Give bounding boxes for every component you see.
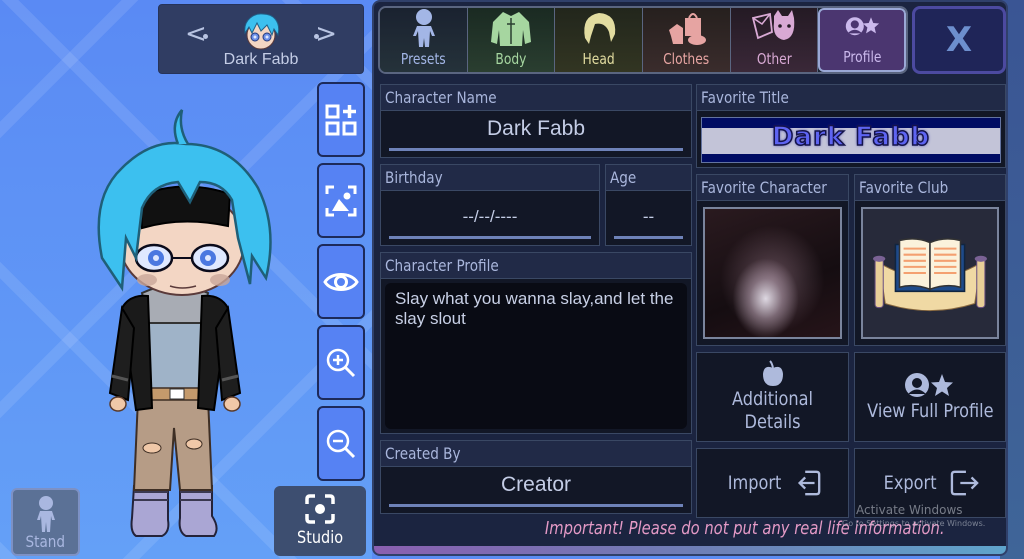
additional-details-button[interactable]: Additional Details xyxy=(696,352,849,442)
birthday-field[interactable]: --/--/---- xyxy=(389,199,591,239)
character-profile-section: Character Profile Slay what you wanna sl… xyxy=(380,252,692,434)
character-name-section: Character Name Dark Fabb xyxy=(380,84,692,158)
pocket-cat-icon xyxy=(752,10,795,40)
zoom-out-icon xyxy=(326,429,356,458)
additional-details-label: Additional Details xyxy=(731,388,814,433)
stand-button[interactable]: Stand xyxy=(11,488,80,556)
studio-label: Studio xyxy=(296,528,344,548)
close-icon: X xyxy=(945,20,973,60)
tab-other[interactable]: Other xyxy=(731,8,818,72)
favorite-title-section: Favorite Title Dark Fabb xyxy=(696,84,1006,168)
nebula-image xyxy=(705,209,840,337)
character-figure[interactable] xyxy=(82,108,282,548)
view-full-profile-label: View Full Profile xyxy=(866,399,994,422)
age-field[interactable]: -- xyxy=(614,199,683,239)
favorite-club-label: Favorite Club xyxy=(859,178,949,197)
favorite-club-section: Favorite Club xyxy=(854,174,1006,346)
character-selector: < > Dark Fabb xyxy=(158,4,364,74)
export-icon xyxy=(950,470,979,496)
profile-star-icon xyxy=(905,372,953,397)
jacket-icon xyxy=(491,12,531,46)
person-icon xyxy=(412,9,435,47)
character-name-label: Character Name xyxy=(385,88,497,107)
import-button[interactable]: Import xyxy=(696,448,849,518)
close-button[interactable]: X xyxy=(912,6,1006,74)
profile-star-icon xyxy=(845,17,880,36)
import-label: Import xyxy=(727,471,782,494)
zoom-out-button[interactable] xyxy=(317,406,365,481)
favorite-title-label: Favorite Title xyxy=(701,88,789,107)
category-tabs: Presets Body Head Clothes Other Profile xyxy=(378,6,908,74)
visibility-button[interactable] xyxy=(317,244,365,319)
import-icon xyxy=(797,470,821,496)
export-label: Export xyxy=(883,471,937,494)
hair-icon xyxy=(583,13,615,44)
tab-presets[interactable]: Presets xyxy=(380,8,468,72)
image-frame-icon xyxy=(325,185,357,216)
zoom-in-button[interactable] xyxy=(317,325,365,400)
clothes-bags-icon xyxy=(668,13,706,45)
favorite-title-text: Dark Fabb xyxy=(771,121,931,153)
favorite-club-image[interactable] xyxy=(861,207,999,339)
favorite-character-section: Favorite Character xyxy=(696,174,849,346)
created-by-label: Created By xyxy=(385,444,461,463)
profile-panel: Presets Body Head Clothes Other Profile … xyxy=(372,0,1008,556)
zoom-in-icon xyxy=(326,348,356,377)
created-by-section: Created By Creator xyxy=(380,440,692,514)
stand-label: Stand xyxy=(25,532,66,551)
character-head-avatar[interactable] xyxy=(239,11,283,55)
character-profile-label: Character Profile xyxy=(385,256,499,275)
add-preset-button[interactable] xyxy=(317,82,365,157)
apple-icon xyxy=(762,360,783,386)
tab-body[interactable]: Body xyxy=(468,8,555,72)
birthday-section: Birthday --/--/---- xyxy=(380,164,600,246)
book-scroll-icon xyxy=(873,238,987,312)
favorite-character-image[interactable] xyxy=(703,207,842,339)
birthday-label: Birthday xyxy=(385,168,443,187)
background-button[interactable] xyxy=(317,163,365,238)
person-icon xyxy=(36,496,55,532)
tab-head[interactable]: Head xyxy=(555,8,643,72)
activate-windows-watermark: Activate Windows Go to Settings to activ… xyxy=(842,503,986,528)
eye-icon xyxy=(323,272,359,291)
view-full-profile-button[interactable]: View Full Profile xyxy=(854,352,1006,442)
tab-profile[interactable]: Profile xyxy=(818,8,906,72)
panel-bottom-bar xyxy=(374,546,1006,554)
prev-dot-icon xyxy=(203,34,208,39)
created-by-field[interactable]: Creator xyxy=(389,467,683,507)
tab-clothes[interactable]: Clothes xyxy=(643,8,731,72)
age-label: Age xyxy=(610,168,637,187)
studio-button[interactable]: Studio xyxy=(274,486,366,556)
camera-focus-icon xyxy=(305,494,335,524)
favorite-character-label: Favorite Character xyxy=(701,178,827,197)
character-profile-textarea[interactable]: Slay what you wanna slay,and let the sla… xyxy=(385,283,687,429)
character-selector-name: Dark Fabb xyxy=(223,51,299,68)
favorite-title-banner[interactable]: Dark Fabb xyxy=(701,117,1001,163)
next-character-button[interactable]: > xyxy=(315,21,337,47)
age-section: Age -- xyxy=(605,164,692,246)
grid-plus-icon xyxy=(325,104,357,135)
character-name-field[interactable]: Dark Fabb xyxy=(389,111,683,151)
